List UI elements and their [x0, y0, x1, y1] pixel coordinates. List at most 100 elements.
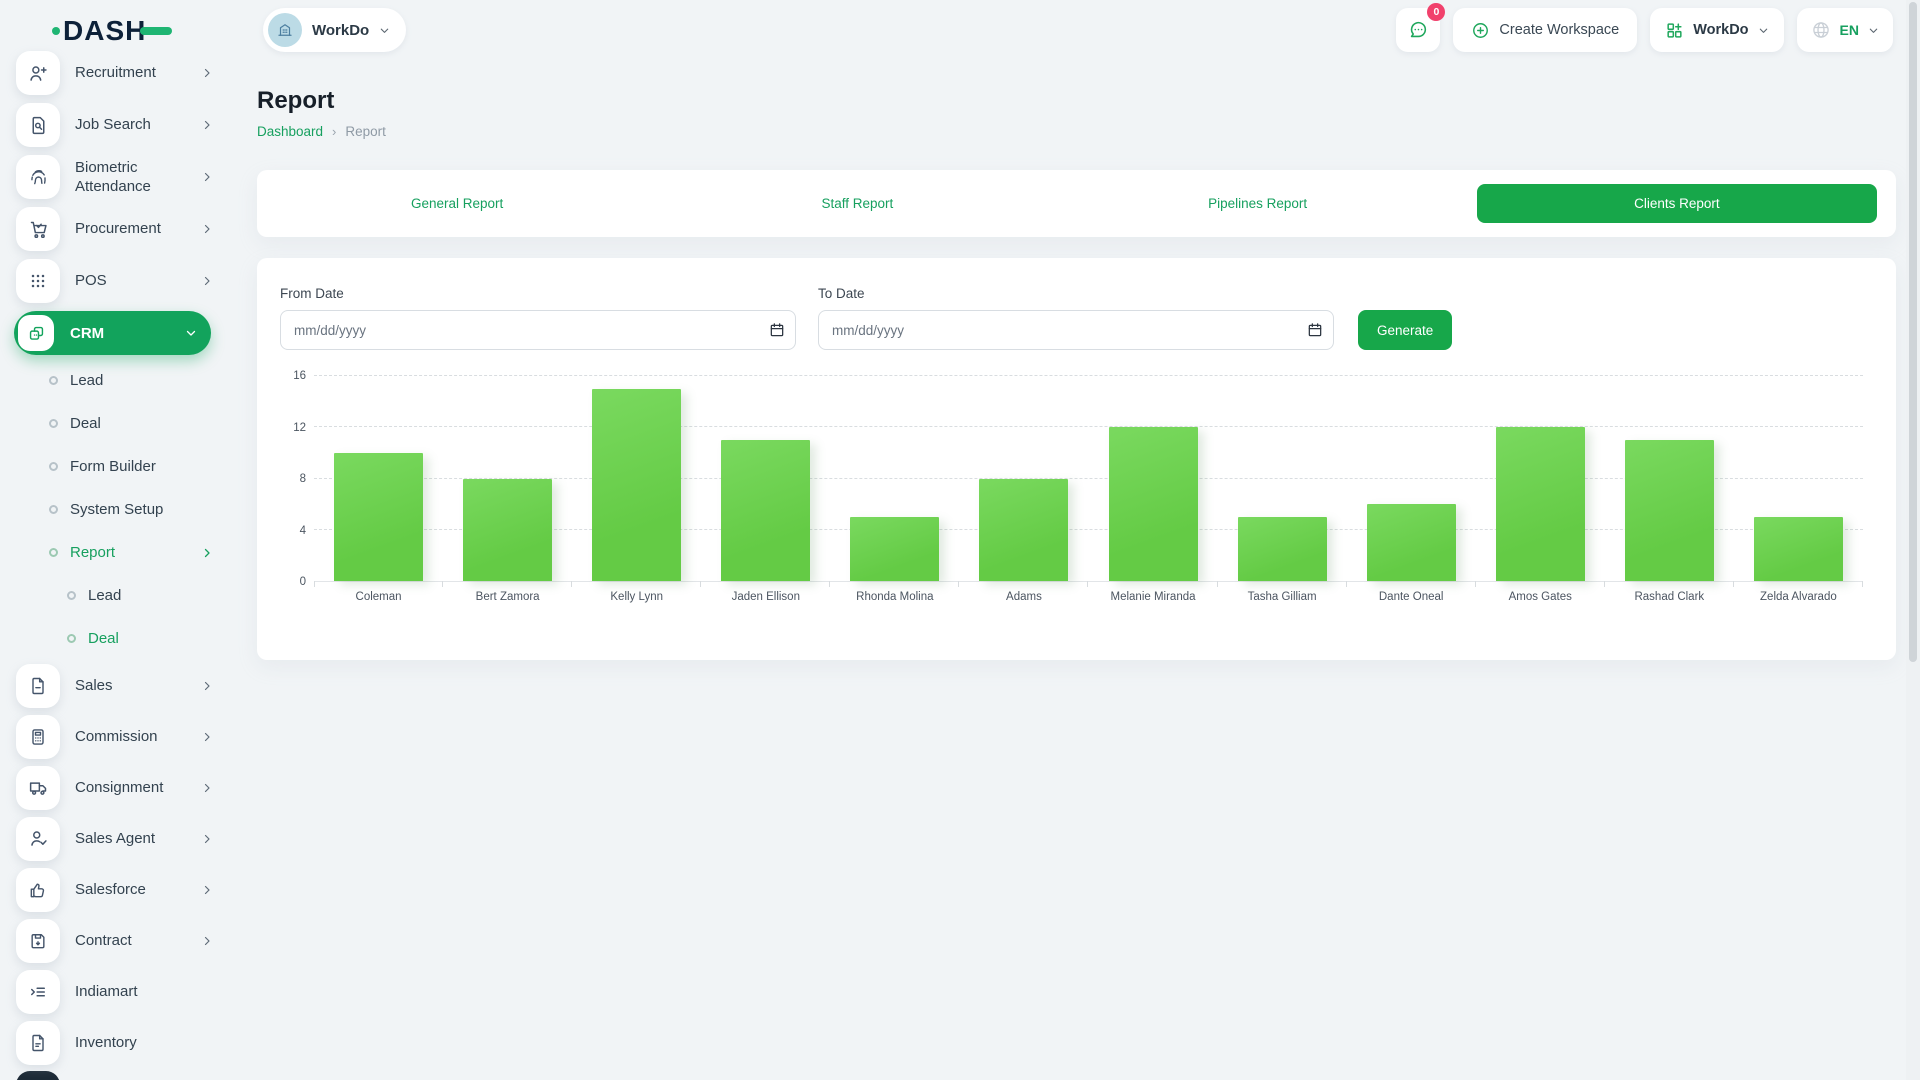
tab-general-report[interactable]: General Report — [257, 170, 657, 237]
chevron-right-icon — [201, 884, 213, 896]
sidebar-item-procurement[interactable]: Procurement — [16, 203, 257, 255]
sidebar-item-commission[interactable]: Commission — [16, 711, 257, 762]
topbar: DASH WorkDo 0 Create Workspace WorkDo EN — [0, 0, 1920, 61]
sidebar-subitem-system-setup[interactable]: System Setup — [16, 488, 257, 531]
from-date-label: From Date — [280, 286, 796, 301]
tab-staff-report[interactable]: Staff Report — [657, 170, 1057, 237]
sidebar-item-salesforce[interactable]: Salesforce — [16, 864, 257, 915]
sidebar-item-label: Salesforce — [75, 880, 146, 900]
workspace-avatar — [268, 13, 302, 47]
calendar-icon[interactable] — [1307, 322, 1323, 338]
report-tabs: General Report Staff Report Pipelines Re… — [257, 170, 1896, 237]
chart-y-axis: 0481216 — [280, 376, 314, 582]
chart-bar — [1109, 427, 1198, 581]
workspace-selector[interactable]: WorkDo — [263, 8, 406, 52]
grid-dots-icon — [16, 259, 60, 303]
x-tick — [442, 581, 443, 587]
sidebar-item-label: Contract — [75, 931, 132, 951]
sidebar-item-job-search[interactable]: Job Search — [16, 99, 257, 151]
x-axis-label: Kelly Lynn — [572, 591, 701, 603]
scrollbar-thumb[interactable] — [1909, 2, 1917, 662]
chart-bar — [592, 389, 681, 581]
chart-slot — [314, 376, 443, 581]
document-search-icon — [16, 103, 60, 147]
chart-bar — [721, 440, 810, 581]
sidebar-item-label: Recruitment — [75, 63, 156, 83]
create-workspace-label: Create Workspace — [1499, 22, 1619, 38]
x-axis-label: Rashad Clark — [1605, 591, 1734, 603]
sidebar-item-sales-agent[interactable]: Sales Agent — [16, 813, 257, 864]
x-axis-label: Zelda Alvarado — [1734, 591, 1863, 603]
sidebar-item-label: CRM — [70, 325, 104, 342]
sidebar-item-crm-active[interactable]: CRM — [14, 311, 211, 355]
messages-badge: 0 — [1427, 3, 1445, 21]
x-tick — [829, 581, 830, 587]
tab-pipelines-report[interactable]: Pipelines Report — [1058, 170, 1458, 237]
clients-bar-chart: 0481216 ColemanBert ZamoraKelly LynnJade… — [280, 376, 1863, 603]
sidebar-subitem-report-deal-active[interactable]: Deal — [16, 617, 257, 660]
truck-icon — [16, 766, 60, 810]
tab-clients-report-active[interactable]: Clients Report — [1477, 184, 1877, 223]
chart-bar — [334, 453, 423, 581]
sidebar-item-contract[interactable]: Contract — [16, 915, 257, 966]
sidebar-item-inventory[interactable]: Inventory — [16, 1017, 257, 1068]
sidebar-item-sales[interactable]: Sales — [16, 660, 257, 711]
x-axis-label: Adams — [959, 591, 1088, 603]
language-selector[interactable]: EN — [1797, 8, 1893, 52]
sidebar-item-label: Job Search — [75, 115, 151, 135]
chevron-right-icon — [201, 67, 213, 79]
to-date-label: To Date — [818, 286, 1334, 301]
chart-slot — [1088, 376, 1217, 581]
workspace-switcher-button[interactable]: WorkDo — [1650, 8, 1783, 52]
sidebar-subitem-lead[interactable]: Lead — [16, 359, 257, 402]
chat-icon — [1407, 19, 1429, 41]
calendar-icon[interactable] — [769, 322, 785, 338]
chevron-right-icon — [201, 833, 213, 845]
chart-bar — [1496, 427, 1585, 581]
crm-icon — [18, 315, 54, 351]
x-axis-label: Bert Zamora — [443, 591, 572, 603]
file-icon — [16, 1021, 60, 1065]
x-tick — [1475, 581, 1476, 587]
chevron-down-icon — [1868, 25, 1879, 36]
sidebar-item-pos[interactable]: POS — [16, 255, 257, 307]
chevron-down-icon — [185, 327, 197, 339]
chart-slot — [572, 376, 701, 581]
x-axis-label: Melanie Miranda — [1088, 591, 1217, 603]
chevron-down-icon — [379, 25, 390, 36]
chevron-right-icon — [201, 547, 213, 559]
from-date-field: From Date — [280, 286, 796, 350]
create-workspace-button[interactable]: Create Workspace — [1453, 8, 1637, 52]
save-icon — [16, 919, 60, 963]
sidebar-subitem-report-active[interactable]: Report — [16, 531, 257, 574]
from-date-input[interactable] — [280, 310, 796, 350]
x-tick — [1604, 581, 1605, 587]
y-tick-label: 16 — [293, 370, 306, 382]
bullet-icon — [49, 505, 58, 514]
chart-slot — [830, 376, 959, 581]
sidebar-subitem-deal[interactable]: Deal — [16, 402, 257, 445]
sidebar-subitem-report-lead[interactable]: Lead — [16, 574, 257, 617]
breadcrumb-dashboard-link[interactable]: Dashboard — [257, 124, 323, 139]
y-tick-label: 0 — [300, 576, 306, 588]
x-axis-label: Rhonda Molina — [830, 591, 959, 603]
x-axis-label: Amos Gates — [1476, 591, 1605, 603]
sidebar: Recruitment Job Search Biometric Attenda… — [0, 0, 257, 1080]
chart-bar — [1754, 517, 1843, 581]
x-tick — [1346, 581, 1347, 587]
sidebar-item-indiamart[interactable]: Indiamart — [16, 966, 257, 1017]
chevron-right-icon — [201, 782, 213, 794]
to-date-input[interactable] — [818, 310, 1334, 350]
x-axis-label: Jaden Ellison — [701, 591, 830, 603]
sidebar-subitem-form-builder[interactable]: Form Builder — [16, 445, 257, 488]
sidebar-item-biometric-attendance[interactable]: Biometric Attendance — [16, 151, 257, 203]
generate-button[interactable]: Generate — [1358, 310, 1452, 350]
chevron-down-icon — [1758, 25, 1769, 36]
sidebar-item-label: Sales — [75, 676, 113, 696]
sidebar-item-consignment[interactable]: Consignment — [16, 762, 257, 813]
messages-button[interactable]: 0 — [1396, 8, 1440, 52]
sidebar-item-label: Consignment — [75, 778, 163, 798]
workspace-switcher-label: WorkDo — [1693, 22, 1748, 38]
chart-bar — [463, 479, 552, 582]
sidebar-item-label: Sales Agent — [75, 829, 155, 849]
